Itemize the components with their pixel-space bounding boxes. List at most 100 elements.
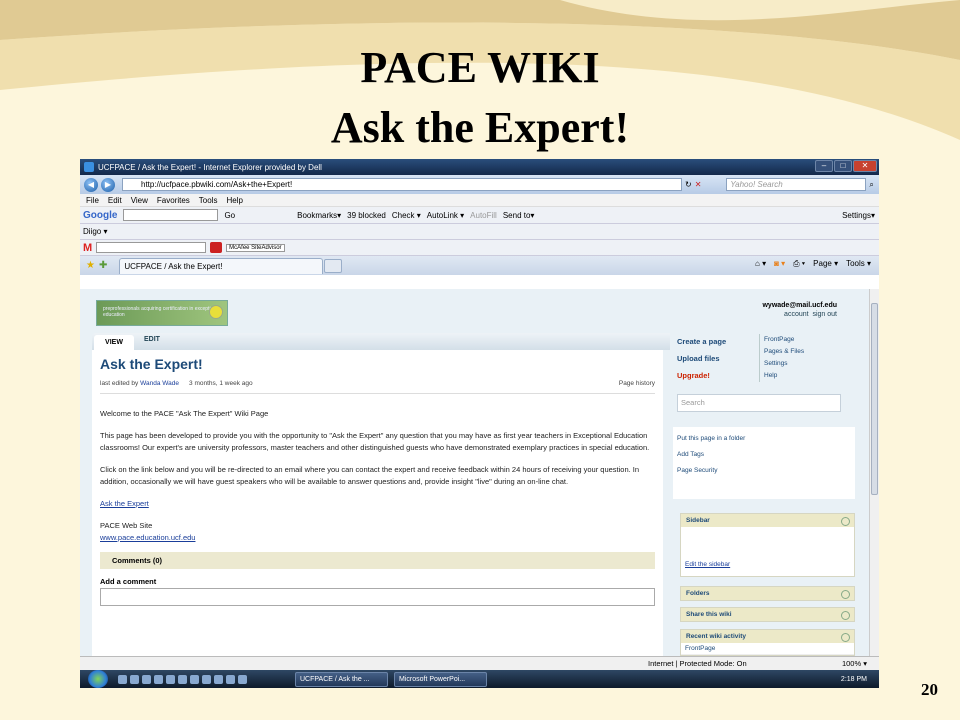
quicklaunch-icon[interactable] bbox=[118, 674, 127, 684]
taskbar-powerpoint-button[interactable]: Microsoft PowerPoi... bbox=[394, 671, 487, 687]
menu-file[interactable]: File bbox=[86, 196, 99, 205]
mcafee-toolbar: M McAfee SiteAdvisor bbox=[80, 240, 879, 256]
mcafee-siteadvisor-button[interactable]: McAfee SiteAdvisor bbox=[226, 243, 285, 252]
quicklaunch-icon[interactable] bbox=[214, 674, 223, 684]
menu-help[interactable]: Help bbox=[226, 196, 242, 205]
rss-icon[interactable]: ◙ ▾ bbox=[774, 259, 785, 269]
help-link[interactable]: Help bbox=[764, 370, 804, 382]
comment-textarea[interactable] bbox=[100, 588, 655, 606]
page-history-link[interactable]: Page history bbox=[619, 380, 655, 387]
new-tab-button[interactable] bbox=[324, 258, 343, 273]
menu-favorites[interactable]: Favorites bbox=[157, 196, 190, 205]
vertical-scrollbar[interactable] bbox=[869, 289, 879, 656]
toolbar-search-input[interactable] bbox=[96, 242, 207, 253]
quicklaunch-icon[interactable] bbox=[166, 674, 175, 684]
quicklaunch-icon[interactable] bbox=[190, 674, 199, 684]
recent-activity-panel: Recent wiki activity FrontPage bbox=[680, 629, 855, 656]
start-button[interactable] bbox=[88, 670, 108, 688]
google-go-button[interactable]: Go bbox=[224, 211, 235, 220]
upgrade-link[interactable]: Upgrade! bbox=[677, 367, 726, 384]
clock[interactable]: 2:18 PM bbox=[841, 676, 867, 683]
print-icon[interactable]: ⎙ ▾ bbox=[793, 259, 805, 269]
sign-out-link[interactable]: sign out bbox=[812, 311, 837, 318]
folders-header[interactable]: Folders bbox=[681, 587, 854, 600]
quicklaunch-icon[interactable] bbox=[178, 674, 187, 684]
google-search-input[interactable] bbox=[123, 209, 219, 221]
bookmarks-button[interactable]: Bookmarks▾ bbox=[297, 211, 341, 220]
quicklaunch-icon[interactable] bbox=[202, 674, 211, 684]
add-favorites-icon[interactable]: ✚ bbox=[99, 260, 107, 271]
google-logo: Google bbox=[83, 209, 118, 221]
minimize-button[interactable]: – bbox=[815, 160, 833, 172]
upload-files-link[interactable]: Upload files bbox=[677, 350, 726, 367]
share-header[interactable]: Share this wiki bbox=[681, 608, 854, 621]
tools-menu[interactable]: Tools ▾ bbox=[846, 259, 871, 269]
intro-text: Welcome to the PACE "Ask The Expert" Wik… bbox=[100, 409, 269, 418]
quicklaunch-icon[interactable] bbox=[130, 674, 139, 684]
edit-meta: last edited by Wanda Wade 3 months, 1 we… bbox=[100, 380, 655, 394]
comments-header[interactable]: Comments (0) bbox=[100, 552, 655, 569]
menu-edit[interactable]: Edit bbox=[108, 196, 122, 205]
page-security-link[interactable]: Page Security bbox=[677, 463, 855, 479]
diigo-button[interactable]: Diigo ▾ bbox=[83, 227, 107, 236]
account-link[interactable]: account bbox=[784, 311, 809, 318]
wiki-page: preprofessionals acquiring certification… bbox=[80, 289, 869, 656]
editor-link[interactable]: Wanda Wade bbox=[140, 380, 179, 387]
recent-activity-header[interactable]: Recent wiki activity bbox=[681, 630, 854, 643]
page-menu[interactable]: Page ▾ bbox=[813, 259, 838, 269]
send-to-button[interactable]: Send to▾ bbox=[503, 211, 535, 220]
quicklaunch-icon[interactable] bbox=[154, 674, 163, 684]
taskbar-ie-button[interactable]: UCFPACE / Ask the ... bbox=[295, 671, 388, 687]
wiki-search-input[interactable]: Search bbox=[677, 394, 841, 412]
edited-ago: 3 months, 1 week ago bbox=[189, 380, 253, 387]
share-panel: Share this wiki bbox=[680, 607, 855, 622]
search-icon[interactable]: ⌕ bbox=[869, 180, 873, 190]
pages-files-link[interactable]: Pages & Files bbox=[764, 346, 804, 358]
browser-screenshot: UCFPACE / Ask the Expert! - Internet Exp… bbox=[80, 159, 879, 688]
browser-tab[interactable]: UCFPACE / Ask the Expert! bbox=[119, 257, 324, 274]
create-page-link[interactable]: Create a page bbox=[677, 333, 726, 350]
quicklaunch-icon[interactable] bbox=[226, 674, 235, 684]
tab-view[interactable]: VIEW bbox=[94, 335, 134, 350]
address-input[interactable]: http://ucfpace.pbwiki.com/Ask+the+Expert… bbox=[122, 178, 682, 191]
autolink-button[interactable]: AutoLink ▾ bbox=[427, 211, 464, 220]
recent-item[interactable]: FrontPage bbox=[685, 645, 715, 652]
window-title: UCFPACE / Ask the Expert! - Internet Exp… bbox=[98, 162, 322, 172]
page-options: Put this page in a folder Add Tags Page … bbox=[673, 427, 855, 499]
frontpage-link[interactable]: FrontPage bbox=[764, 334, 804, 346]
put-in-folder-link[interactable]: Put this page in a folder bbox=[677, 431, 855, 447]
add-tags-link[interactable]: Add Tags bbox=[677, 447, 855, 463]
favorites-star-icon[interactable]: ★ bbox=[86, 260, 95, 271]
user-email: wywade@mail.ucf.edu bbox=[762, 302, 837, 309]
instructions-text: Click on the link below and you will be … bbox=[100, 465, 640, 486]
autofill-button[interactable]: AutoFill bbox=[470, 211, 497, 220]
slide-number: 20 bbox=[921, 680, 938, 699]
popup-blocked-label[interactable]: 39 blocked bbox=[347, 211, 386, 220]
pace-site-link[interactable]: www.pace.education.ucf.edu bbox=[100, 533, 195, 542]
menu-tools[interactable]: Tools bbox=[199, 196, 218, 205]
edit-sidebar-link[interactable]: Edit the sidebar bbox=[685, 561, 730, 568]
zoom-level[interactable]: 100% ▾ bbox=[842, 659, 867, 668]
refresh-icon[interactable]: ↻ bbox=[685, 180, 692, 189]
menu-bar: File Edit View Favorites Tools Help bbox=[80, 194, 879, 207]
menu-view[interactable]: View bbox=[131, 196, 148, 205]
quick-launch bbox=[118, 674, 247, 684]
search-input[interactable]: Yahoo! Search bbox=[726, 178, 867, 191]
sidebar-header[interactable]: Sidebar bbox=[681, 514, 854, 527]
stop-icon[interactable]: ✕ bbox=[695, 180, 702, 189]
maximize-button[interactable]: □ bbox=[834, 160, 852, 172]
quicklaunch-icon[interactable] bbox=[142, 674, 151, 684]
spell-check-button[interactable]: Check ▾ bbox=[392, 211, 421, 220]
close-button[interactable]: ✕ bbox=[853, 160, 877, 172]
tab-edit[interactable]: EDIT bbox=[144, 336, 160, 343]
forward-button[interactable]: ▶ bbox=[101, 177, 115, 192]
back-button[interactable]: ◀ bbox=[84, 177, 98, 192]
ask-the-expert-link[interactable]: Ask the Expert bbox=[100, 499, 149, 508]
home-icon[interactable]: ⌂ ▾ bbox=[755, 259, 766, 269]
quicklaunch-icon[interactable] bbox=[238, 674, 247, 684]
scrollbar-thumb[interactable] bbox=[871, 303, 878, 495]
toolbar-search-button[interactable] bbox=[210, 242, 223, 253]
google-settings-button[interactable]: Settings▾ bbox=[842, 211, 875, 220]
diigo-toolbar: Diigo ▾ bbox=[80, 224, 879, 240]
settings-link[interactable]: Settings bbox=[764, 358, 804, 370]
